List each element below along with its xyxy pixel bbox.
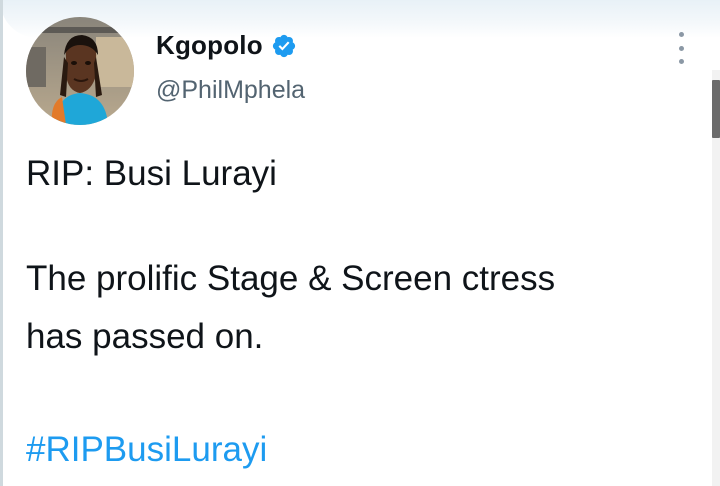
author-name-row: Kgopolo bbox=[156, 30, 297, 61]
more-options-icon[interactable] bbox=[672, 32, 690, 64]
author-display-name[interactable]: Kgopolo bbox=[156, 30, 263, 61]
hashtag-link[interactable]: #RIPBusiLurayi bbox=[26, 424, 267, 476]
tweet-text-line: has passed on. bbox=[26, 317, 264, 356]
tweet-screenshot: Kgopolo @PhilMphela RIP: Busi Lurayi The… bbox=[0, 0, 720, 486]
scrollbar-thumb[interactable] bbox=[712, 80, 720, 138]
tweet-text-line: The prolific Stage & Screen ctress bbox=[26, 259, 556, 298]
avatar-photo bbox=[26, 17, 134, 125]
tweet-card: Kgopolo @PhilMphela RIP: Busi Lurayi The… bbox=[0, 0, 700, 486]
tweet-text-line: RIP: Busi Lurayi bbox=[26, 154, 277, 193]
author-handle[interactable]: @PhilMphela bbox=[156, 76, 305, 105]
avatar[interactable] bbox=[26, 17, 134, 125]
verified-badge-icon bbox=[271, 33, 297, 59]
